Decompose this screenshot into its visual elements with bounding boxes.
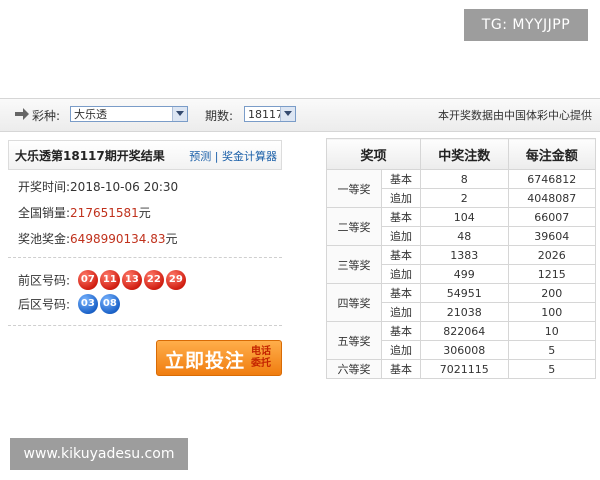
arrow-right-icon — [15, 108, 29, 120]
prize-level: 六等奖 — [326, 359, 382, 379]
sales-value: 217651581 — [70, 206, 139, 220]
bet-type: 基本 — [381, 245, 421, 265]
result-header: 大乐透第18117期开奖结果 预测 | 奖金计算器 — [8, 140, 282, 170]
result-title: 大乐透第18117期开奖结果 — [15, 149, 165, 163]
issue-label: 期数: — [205, 109, 234, 123]
sales-unit: 元 — [138, 206, 151, 220]
bet-now-button[interactable]: 立即投注 电话委托 — [156, 340, 282, 376]
winner-count: 48 — [420, 226, 509, 246]
back-numbers-label: 后区号码: — [18, 297, 71, 312]
prize-level: 四等奖 — [326, 283, 382, 322]
front-numbers-label: 前区号码: — [18, 273, 71, 288]
bet-type: 追加 — [381, 264, 421, 284]
winner-count: 1383 — [420, 245, 509, 265]
draw-time-label: 开奖时间: — [18, 180, 71, 194]
winner-count: 306008 — [420, 340, 509, 360]
lottery-type-value: 大乐透 — [74, 108, 107, 121]
chevron-down-icon[interactable] — [172, 107, 187, 121]
col-header-amount: 每注金额 — [507, 138, 596, 170]
lottery-type-label: 彩种: — [32, 109, 61, 123]
pool-value: 6498990134.83 — [70, 232, 166, 246]
prize-amount: 4048087 — [507, 188, 596, 208]
draw-time-row: 开奖时间:2018-10-06 20:30 — [18, 178, 178, 195]
winner-count: 8 — [420, 169, 509, 189]
prize-amount: 100 — [507, 302, 596, 322]
bet-now-label: 立即投注 — [165, 350, 246, 372]
bet-type: 追加 — [381, 226, 421, 246]
prize-table: 奖项 中奖注数 每注金额 一等奖 基本 8 6746812 追加 2 40480… — [326, 138, 596, 379]
sales-row: 全国销量:217651581元 — [18, 204, 151, 221]
divider — [8, 257, 282, 258]
prize-level: 一等奖 — [326, 169, 382, 208]
table-row: 二等奖 基本 104 66007 — [326, 207, 596, 246]
watermark-tg: TG: MYYJJPP — [464, 9, 588, 41]
front-ball: 07 — [77, 270, 98, 290]
prize-level: 五等奖 — [326, 321, 382, 360]
winner-count: 2 — [420, 188, 509, 208]
front-numbers-row: 前区号码: 07 11 13 22 29 — [18, 270, 188, 290]
bet-type: 追加 — [381, 302, 421, 322]
prize-level: 三等奖 — [326, 245, 382, 284]
col-header-count: 中奖注数 — [420, 138, 509, 170]
prize-amount: 2026 — [507, 245, 596, 265]
bet-type: 基本 — [381, 169, 421, 189]
pool-unit: 元 — [165, 232, 178, 246]
winner-count: 7021115 — [420, 359, 509, 379]
bet-type: 追加 — [381, 340, 421, 360]
issue-value: 18117 — [248, 108, 283, 121]
table-row: 一等奖 基本 8 6746812 — [326, 169, 596, 208]
front-ball: 13 — [121, 270, 142, 290]
prize-amount: 39604 — [507, 226, 596, 246]
phone-commission-label: 电话委托 — [251, 346, 271, 369]
result-panel: 大乐透第18117期开奖结果 预测 | 奖金计算器 — [8, 140, 282, 170]
table-row: 三等奖 基本 1383 2026 — [326, 245, 596, 284]
bet-type: 基本 — [381, 283, 421, 303]
prediction-calculator-links[interactable]: 预测 | 奖金计算器 — [189, 148, 277, 164]
table-row: 六等奖 基本 7021115 5 — [326, 359, 596, 379]
back-ball: 03 — [77, 294, 98, 314]
winner-count: 54951 — [420, 283, 509, 303]
table-row: 五等奖 基本 822064 10 — [326, 321, 596, 360]
front-ball: 29 — [165, 270, 186, 290]
prize-table-header: 奖项 中奖注数 每注金额 — [326, 138, 596, 170]
winner-count: 499 — [420, 264, 509, 284]
bet-type: 基本 — [381, 207, 421, 227]
watermark-site: www.kikuyadesu.com — [10, 438, 188, 470]
back-ball: 08 — [99, 294, 120, 314]
chevron-down-icon[interactable] — [280, 107, 295, 121]
prize-amount: 1215 — [507, 264, 596, 284]
prize-amount: 6746812 — [507, 169, 596, 189]
winner-count: 104 — [420, 207, 509, 227]
bet-type: 基本 — [381, 359, 421, 379]
prize-level: 二等奖 — [326, 207, 382, 246]
winner-count: 21038 — [420, 302, 509, 322]
prize-amount: 10 — [507, 321, 596, 341]
front-ball: 22 — [143, 270, 164, 290]
pool-row: 奖池奖金:6498990134.83元 — [18, 230, 178, 247]
bet-type: 基本 — [381, 321, 421, 341]
prize-amount: 5 — [507, 340, 596, 360]
col-header-level: 奖项 — [326, 138, 421, 170]
sales-label: 全国销量: — [18, 206, 71, 220]
bet-type: 追加 — [381, 188, 421, 208]
divider — [8, 325, 282, 326]
front-ball: 11 — [99, 270, 120, 290]
lottery-type-select[interactable]: 大乐透 — [70, 106, 188, 122]
pool-label: 奖池奖金: — [18, 232, 71, 246]
prize-amount: 66007 — [507, 207, 596, 227]
filter-bar: 彩种: 大乐透 期数: 18117 本开奖数据由中国体彩中心提供 — [0, 98, 600, 132]
draw-time-value: 2018-10-06 20:30 — [70, 180, 179, 194]
winner-count: 822064 — [420, 321, 509, 341]
data-source-notice: 本开奖数据由中国体彩中心提供 — [438, 109, 592, 122]
back-numbers-row: 后区号码: 03 08 — [18, 294, 122, 314]
issue-select[interactable]: 18117 — [244, 106, 296, 122]
prize-amount: 200 — [507, 283, 596, 303]
table-row: 四等奖 基本 54951 200 — [326, 283, 596, 322]
prize-amount: 5 — [507, 359, 596, 379]
